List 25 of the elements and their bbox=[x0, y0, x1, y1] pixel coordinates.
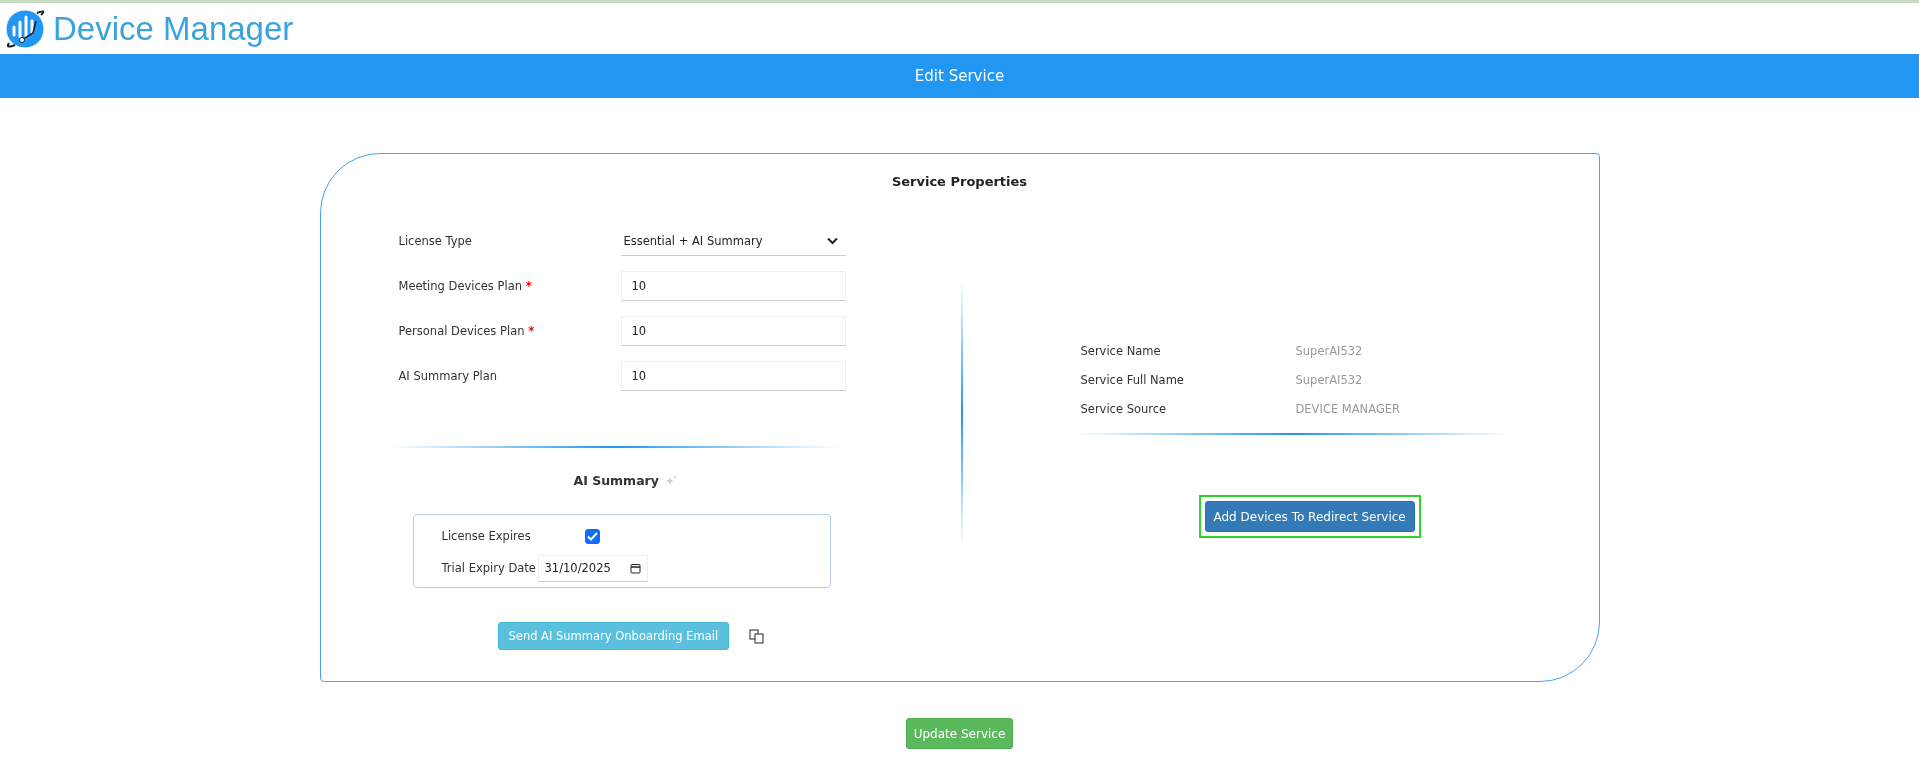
input-field[interactable]: 10 bbox=[620, 316, 846, 346]
date-field[interactable]: 31/10/2025 bbox=[537, 554, 648, 582]
info-label: Service Name bbox=[1080, 343, 1162, 358]
field-label: Personal Devices Plan * bbox=[398, 324, 536, 338]
info-label: Service Full Name bbox=[1080, 372, 1185, 387]
chevron-down-icon bbox=[826, 236, 838, 245]
info-label: Service Source bbox=[1080, 401, 1168, 416]
copy-icon[interactable] bbox=[749, 628, 766, 644]
app-title: Device Manager bbox=[53, 9, 294, 48]
info-value: DEVICE MANAGER bbox=[1295, 401, 1401, 416]
info-value: SuperAI532 bbox=[1295, 343, 1363, 358]
card-title: Service Properties bbox=[891, 174, 1028, 189]
field-label: License Expires bbox=[441, 529, 532, 543]
input-field[interactable]: 10 bbox=[620, 361, 846, 391]
section-title: AI Summary bbox=[573, 473, 659, 488]
page-title: Edit Service bbox=[914, 67, 1005, 85]
field-label: AI Summary Plan bbox=[398, 369, 499, 383]
add-devices-button[interactable]: Add Devices To Redirect Service bbox=[1204, 501, 1415, 532]
field-label: License Type bbox=[398, 234, 473, 248]
field-label: Meeting Devices Plan * bbox=[398, 279, 533, 293]
license-expires-checkbox[interactable] bbox=[584, 528, 600, 544]
info-value: SuperAI532 bbox=[1295, 372, 1363, 387]
input-field[interactable]: 10 bbox=[620, 271, 846, 301]
calendar-icon[interactable] bbox=[629, 562, 641, 574]
field-label: Trial Expiry Date bbox=[441, 561, 537, 575]
